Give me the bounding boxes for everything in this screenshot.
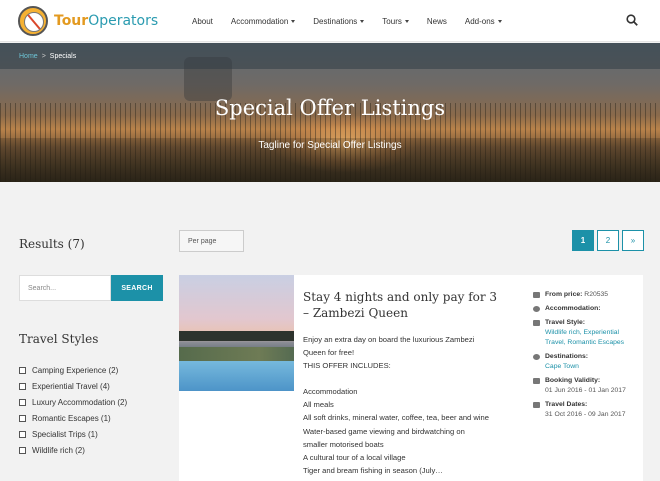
breadcrumb-current: Specials (49, 52, 77, 60)
page-1-button[interactable]: 1 (572, 230, 594, 251)
chevron-down-icon (360, 19, 365, 23)
compass-logo-icon (18, 6, 48, 36)
chevron-down-icon (404, 19, 409, 23)
per-page-select[interactable]: Per page (179, 230, 244, 252)
destination-link[interactable]: Cape Town (545, 362, 641, 372)
listing-meta: From price: R20535 Accommodation: Travel… (533, 290, 641, 424)
travel-style-links[interactable]: Wildlife rich, Experiential Travel, Roma… (545, 328, 641, 348)
search-button[interactable]: SEARCH (111, 275, 163, 301)
travel-styles-list: Camping Experience (2) Experiential Trav… (19, 362, 127, 458)
travel-style-filter[interactable]: Camping Experience (2) (19, 362, 127, 378)
meta-accommodation: Accommodation: (533, 304, 641, 314)
page-title: Special Offer Listings (214, 96, 446, 120)
calendar-icon (533, 402, 540, 408)
travel-style-filter[interactable]: Specialist Trips (1) (19, 426, 127, 442)
breadcrumb-separator: > (41, 52, 46, 60)
globe-icon (533, 354, 540, 360)
logo-text-operators: Operators (88, 13, 159, 29)
meta-travel-dates: Travel Dates: 31 Oct 2016 - 09 Jan 2017 (533, 400, 641, 420)
page-2-button[interactable]: 2 (597, 230, 619, 251)
listing-image[interactable] (179, 275, 294, 391)
hero-banner: Home > Specials Special Offer Listings T… (0, 43, 660, 182)
checkbox[interactable] (19, 430, 26, 438)
bed-icon (533, 306, 540, 312)
search-icon[interactable] (626, 14, 638, 26)
travel-styles-heading: Travel Styles (19, 332, 99, 346)
checkbox[interactable] (19, 382, 26, 390)
tag-icon (533, 320, 540, 326)
meta-destinations: Destinations: Cape Town (533, 352, 641, 372)
nav-news[interactable]: News (427, 17, 447, 26)
nav-add-ons[interactable]: Add-ons (465, 17, 502, 26)
nav-about[interactable]: About (192, 17, 213, 26)
listing-card: Stay 4 nights and only pay for 3 – Zambe… (179, 275, 643, 481)
checkbox[interactable] (19, 398, 26, 406)
logo-text-tour: Tour (54, 13, 89, 29)
nav-accommodation[interactable]: Accommodation (231, 17, 296, 26)
nav-destinations[interactable]: Destinations (313, 17, 365, 26)
checkbox[interactable] (19, 446, 26, 454)
page-tagline: Tagline for Special Offer Listings (258, 140, 402, 151)
meta-travel-style: Travel Style: Wildlife rich, Experientia… (533, 318, 641, 348)
site-logo[interactable]: TourOperators (18, 6, 158, 36)
listing-description: Enjoy an extra day on board the luxuriou… (303, 335, 490, 475)
chevron-down-icon (497, 19, 502, 23)
results-count: Results (7) (19, 237, 85, 251)
meta-price: From price: R20535 (533, 290, 641, 300)
main-nav: About Accommodation Destinations Tours N… (192, 0, 520, 42)
price-icon (533, 292, 540, 298)
breadcrumb-home[interactable]: Home (19, 53, 38, 60)
search-input[interactable]: Search... (19, 275, 111, 301)
travel-style-filter[interactable]: Experiential Travel (4) (19, 378, 127, 394)
site-header: TourOperators About Accommodation Destin… (0, 0, 660, 42)
travel-style-filter[interactable]: Wildlife rich (2) (19, 442, 127, 458)
meta-booking-validity: Booking Validity: 01 Jun 2016 - 01 Jan 2… (533, 376, 641, 396)
nav-tours[interactable]: Tours (382, 17, 409, 26)
checkbox[interactable] (19, 414, 26, 422)
pagination: 1 2 » (572, 230, 647, 251)
checkbox[interactable] (19, 366, 26, 374)
chevron-down-icon (291, 19, 296, 23)
listing-title[interactable]: Stay 4 nights and only pay for 3 – Zambe… (303, 289, 503, 321)
breadcrumb: Home > Specials (0, 43, 660, 69)
travel-style-filter[interactable]: Romantic Escapes (1) (19, 410, 127, 426)
next-page-button[interactable]: » (622, 230, 644, 251)
calendar-icon (533, 378, 540, 384)
travel-style-filter[interactable]: Luxury Accommodation (2) (19, 394, 127, 410)
